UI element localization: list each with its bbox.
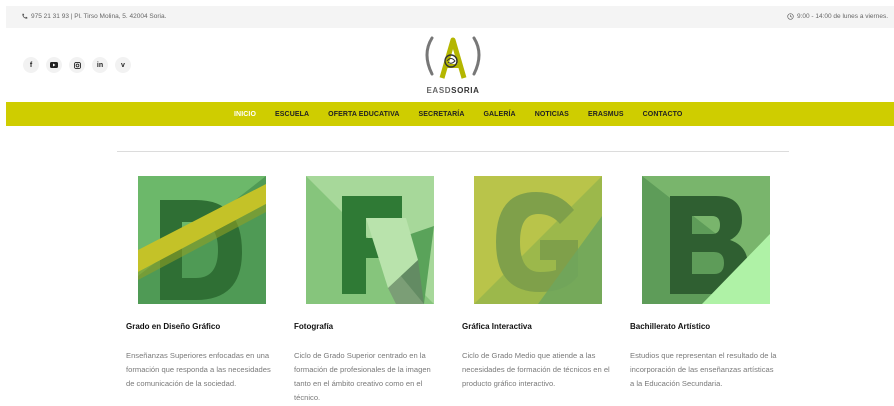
course-title[interactable]: Fotografía — [294, 322, 333, 331]
nav-item-erasmus[interactable]: ERASMUS — [588, 111, 624, 118]
nav-item-escuela[interactable]: ESCUELA — [275, 111, 309, 118]
nav-item-galeria[interactable]: GALERÍA — [483, 111, 515, 118]
logo-text-easd: EASD — [426, 86, 452, 95]
main-nav: INICIO ESCUELA OFERTA EDUCATIVA SECRETAR… — [6, 102, 894, 126]
course-description: Ciclo de Grado Superior centrado en la f… — [294, 351, 431, 402]
phone-icon — [22, 13, 28, 19]
site-logo[interactable]: EASDSORIA — [418, 34, 488, 96]
course-image-g[interactable] — [474, 176, 602, 304]
logo-text-soria: SORIA — [451, 86, 480, 95]
facebook-icon[interactable]: f — [23, 57, 39, 73]
nav-items: INICIO ESCUELA OFERTA EDUCATIVA SECRETAR… — [234, 102, 701, 126]
nav-item-noticias[interactable]: NOTICIAS — [535, 111, 569, 118]
instagram-icon[interactable] — [69, 57, 85, 73]
vimeo-icon[interactable]: v — [115, 57, 131, 73]
contact-info: 975 21 31 93 | Pl. Tirso Molina, 5. 4200… — [21, 13, 166, 20]
course-description: Enseñanzas Superiores enfocadas en una f… — [126, 351, 271, 388]
section-divider — [117, 151, 789, 152]
course-description: Ciclo de Grado Medio que atiende a las n… — [462, 351, 610, 388]
top-bar: 975 21 31 93 | Pl. Tirso Molina, 5. 4200… — [6, 6, 894, 28]
youtube-icon[interactable] — [46, 57, 62, 73]
course-title[interactable]: Gráfica Interactiva — [462, 322, 532, 331]
nav-item-inicio[interactable]: INICIO — [234, 111, 256, 118]
course-image-f[interactable] — [306, 176, 434, 304]
logo-emblem — [425, 36, 481, 79]
nav-item-secretaria[interactable]: SECRETARÍA — [419, 111, 465, 118]
hours-text: 9:00 - 14:00 de lunes a viernes. — [796, 13, 888, 20]
course-title[interactable]: Grado en Diseño Gráfico — [126, 322, 220, 331]
opening-hours: 9:00 - 14:00 de lunes a viernes. — [787, 13, 888, 20]
course-image-d[interactable] — [138, 176, 266, 304]
logo-text: EASDSORIA — [418, 86, 488, 95]
nav-item-oferta-educativa[interactable]: OFERTA EDUCATIVA — [328, 111, 399, 118]
linkedin-icon[interactable]: in — [92, 57, 108, 73]
social-links: f in v — [23, 57, 131, 73]
course-image-b[interactable] — [642, 176, 770, 304]
course-title[interactable]: Bachillerato Artístico — [630, 322, 710, 331]
site-header: f in v EASDSORIA — [0, 28, 894, 102]
nav-item-contacto[interactable]: CONTACTO — [643, 111, 683, 118]
clock-icon — [787, 13, 794, 20]
course-description: Estudios que representan el resultado de… — [630, 351, 777, 388]
contact-text: 975 21 31 93 | Pl. Tirso Molina, 5. 4200… — [31, 13, 167, 20]
